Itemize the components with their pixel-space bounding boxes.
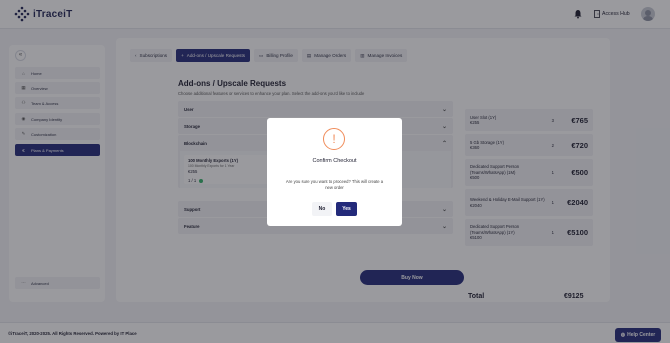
no-button[interactable]: No	[312, 202, 332, 216]
dialog-title: Confirm Checkout	[312, 158, 357, 164]
warning-icon: !	[323, 128, 345, 150]
confirm-checkout-dialog: ! Confirm Checkout Are you sure you want…	[267, 118, 402, 226]
dialog-message: Are you sure you want to proceed? This w…	[285, 179, 384, 190]
yes-button[interactable]: Yes	[336, 202, 357, 216]
